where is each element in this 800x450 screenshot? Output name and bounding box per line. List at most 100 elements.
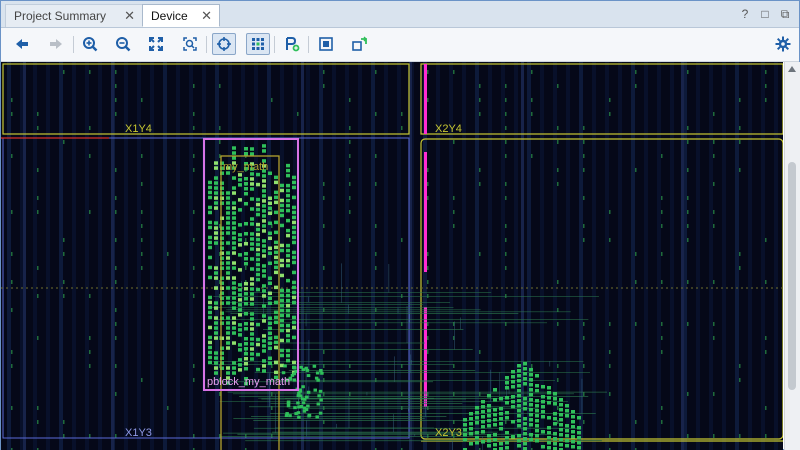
placed-cell [214, 176, 218, 180]
placed-cell [475, 411, 479, 415]
io-planning-button[interactable] [314, 33, 338, 55]
placed-cell [292, 280, 296, 285]
site-dot [37, 126, 39, 130]
placed-cell [250, 177, 254, 181]
site-dot [453, 224, 455, 228]
routing-resources-button[interactable] [246, 33, 270, 55]
zoom-selected-button[interactable] [178, 33, 202, 55]
site-dot [609, 322, 611, 326]
site-constraint-button[interactable] [348, 33, 372, 55]
site-dot [583, 392, 585, 396]
site-dot [505, 294, 507, 298]
placed-cell [262, 144, 266, 148]
placed-cell [262, 204, 266, 208]
placed-cell [274, 255, 278, 260]
placed-cell [268, 296, 272, 301]
placed-cell [262, 314, 266, 318]
tab-project-summary[interactable]: Project Summary ✕ [5, 4, 143, 27]
placed-cell [250, 322, 254, 326]
scrollbar-thumb[interactable] [788, 162, 796, 390]
placed-cell [565, 429, 569, 433]
placed-cell [292, 285, 296, 290]
placed-cell [250, 187, 254, 191]
zoom-in-button[interactable] [78, 33, 102, 55]
placed-cell [208, 310, 212, 315]
placed-cell [481, 420, 485, 424]
placed-cell [208, 255, 212, 260]
site-dot [505, 84, 507, 88]
forward-button[interactable] [44, 33, 68, 55]
placed-cell [274, 200, 278, 205]
device-view[interactable]: my_math pblock_my_math X1Y4 X2Y4 X1Y3 X2… [1, 62, 783, 450]
placed-cell [238, 333, 242, 337]
site-dot [115, 392, 117, 396]
placed-cell [286, 228, 290, 233]
tab-device[interactable]: Device ✕ [142, 4, 220, 27]
site-dot [609, 112, 611, 116]
placed-cell [286, 333, 290, 338]
placed-cell [292, 210, 296, 215]
placed-cell [517, 384, 521, 388]
close-icon[interactable]: ✕ [124, 8, 135, 24]
placed-cell [256, 202, 260, 207]
placed-cell [274, 345, 278, 350]
site-column [527, 62, 531, 450]
site-column [670, 62, 674, 450]
site-dot [89, 434, 91, 438]
zoom-fit-button[interactable] [144, 33, 168, 55]
site-dot [115, 364, 117, 368]
placed-cell [463, 418, 467, 422]
zoom-out-button[interactable] [111, 33, 135, 55]
vertical-scrollbar[interactable] [784, 62, 800, 450]
site-column [98, 62, 102, 450]
settings-button[interactable] [771, 33, 795, 55]
placed-cell [280, 213, 284, 218]
site-dot [349, 140, 351, 144]
zoom-selected-icon [183, 37, 197, 51]
placed-cell [505, 376, 509, 380]
back-button[interactable] [10, 33, 34, 55]
float-icon[interactable]: ⧉ [778, 7, 792, 22]
pblock-add-icon [286, 37, 300, 52]
restore-icon[interactable]: □ [758, 7, 772, 21]
site-dot [479, 168, 481, 172]
device-canvas[interactable]: my_math pblock_my_math X1Y4 X2Y4 X1Y3 X2… [1, 62, 783, 450]
close-icon[interactable]: ✕ [201, 8, 212, 24]
placed-cell [250, 182, 254, 186]
site-dot [11, 308, 13, 312]
scroll-up-icon[interactable] [788, 66, 796, 72]
placed-cell [529, 418, 533, 422]
placed-cell [523, 402, 527, 406]
placed-cell [232, 156, 236, 160]
site-column [228, 62, 232, 450]
site-dot [427, 182, 429, 186]
site-dot [167, 252, 169, 256]
site-dot [37, 420, 39, 424]
placed-cell [499, 442, 503, 446]
placed-cell [208, 355, 212, 360]
placed-cell [244, 251, 248, 256]
placed-cell [250, 282, 254, 286]
placed-cell [280, 273, 284, 278]
placed-cell [238, 303, 242, 307]
site-dot [63, 420, 65, 424]
auto-fit-selection-button[interactable] [212, 33, 236, 55]
site-dot [557, 140, 559, 144]
site-column [371, 62, 375, 450]
placed-cell [226, 261, 230, 265]
placed-cell [268, 261, 272, 266]
site-dot [115, 112, 117, 116]
placed-cell [529, 373, 533, 377]
site-dot [427, 266, 429, 270]
draw-pblock-button[interactable] [280, 33, 304, 55]
placed-cell [214, 321, 218, 325]
placed-cell [274, 285, 278, 290]
placed-cell [541, 400, 545, 404]
placed-cell [511, 435, 515, 439]
site-column [501, 62, 505, 450]
site-dot [427, 336, 429, 340]
placed-cell [256, 182, 260, 187]
pblock-label: pblock_my_math [207, 376, 290, 388]
site-dot [661, 252, 663, 256]
help-icon[interactable]: ? [738, 7, 752, 21]
